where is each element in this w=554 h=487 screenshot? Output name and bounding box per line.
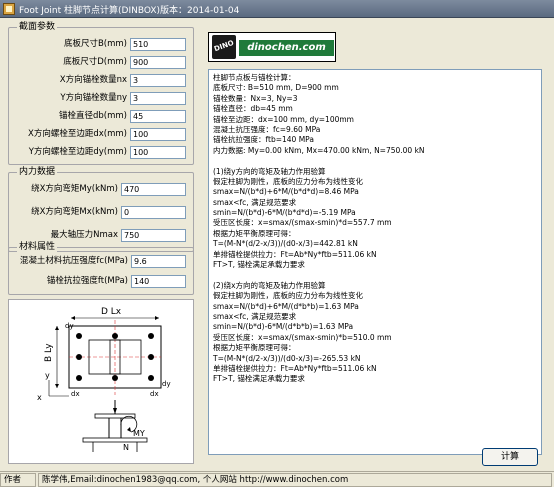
result-line xyxy=(213,156,537,166)
result-line: FT>T, 锚栓满足承载力要求 xyxy=(213,260,305,270)
main-frame: 截面参数 底板尺寸B(mm) 510 底板尺寸D(mm) 900 X方向锚栓数量… xyxy=(0,18,554,487)
bolt-edge-y-label: Y方向螺栓至边距dy(mm) xyxy=(28,147,127,157)
result-line: 混凝土抗压强度：fc=9.60 MPa xyxy=(213,124,321,134)
site-name-banner: dinochen.com xyxy=(239,40,334,56)
internal-force-group: 内力数据 绕X方向弯矩My(kNm) 470 绕X方向弯矩Mx(kNm) 0 最… xyxy=(8,166,194,252)
result-line: (1)绕y方向的弯矩及轴力作用验算 xyxy=(213,166,326,176)
dinochen-logo: DINO dinochen.com xyxy=(208,32,336,62)
result-line: 假定柱脚为刚性，底板的应力分布为线性变化 xyxy=(213,291,363,301)
result-line: smax=N/(b*d)+6*M/(d*b*b)=1.63 MPa xyxy=(213,301,359,311)
result-line: smax<fc, 满足规范要求 xyxy=(213,197,297,207)
window-title: Foot Joint 柱脚节点计算(DINBOX)版本：2014-01-04 xyxy=(19,6,240,16)
result-line: smin=N/(b*d)-6*M/(b*d*d)=-5.19 MPa xyxy=(213,208,356,218)
result-line: 根据力矩平衡原理可得： xyxy=(213,228,296,238)
axial-n-marker: N xyxy=(123,443,129,452)
result-line: 柱脚节点板与锚栓计算： xyxy=(213,73,296,82)
base-depth-label: 底板尺寸D(mm) xyxy=(63,57,127,67)
result-line: 内力数据: My=0.00 kNm, Mx=470.00 kNm, N=750.… xyxy=(213,145,425,155)
concrete-strength-label: 混凝土材料抗压强度fc(MPa) xyxy=(19,256,128,266)
dim-dlx-label: D Lx xyxy=(101,307,122,317)
bolt-count-y-input[interactable]: 3 xyxy=(130,92,186,105)
result-line: (2)绕x方向的弯矩及轴力作用验算 xyxy=(213,280,326,290)
result-line: 锚栓抗拉强度：ftb=140 MPa xyxy=(213,135,314,145)
bolt-edge-y-input[interactable]: 100 xyxy=(130,146,186,159)
moment-mx-label: 绕X方向弯矩Mx(kNm) xyxy=(31,207,118,217)
axial-force-input[interactable]: 750 xyxy=(121,229,186,242)
status-author-info: 陈学伟,Email:dinochen1983@qq.com, 个人网站 http… xyxy=(38,473,552,487)
bolt-tensile-input[interactable]: 140 xyxy=(131,275,186,288)
dim-bly-label: B Ly xyxy=(44,343,54,362)
result-line xyxy=(213,270,537,280)
result-line: T=(M-N*(d/2-x/3))/(d0-x/3)=442.81 kN xyxy=(213,239,358,249)
material-title: 材料属性 xyxy=(17,241,58,253)
title-bar: Foot Joint 柱脚节点计算(DINBOX)版本：2014-01-04 xyxy=(0,0,554,18)
axis-x-label: x xyxy=(37,393,42,402)
result-line: smax=N/(b*d)+6*M/(b*d*d)=8.46 MPa xyxy=(213,187,359,197)
bolt-edge-x-input[interactable]: 100 xyxy=(130,128,186,141)
internal-force-title: 内力数据 xyxy=(17,166,58,178)
base-depth-input[interactable]: 900 xyxy=(130,56,186,69)
bolt-count-x-label: X方向锚栓数量nx xyxy=(59,75,127,85)
result-line: 单排锚栓提供拉力：Ft=Ab*Ny*ftb=511.06 kN xyxy=(213,249,377,259)
bolt-tensile-label: 锚栓抗拉强度ft(MPa) xyxy=(46,276,128,286)
bolt-diameter-input[interactable]: 45 xyxy=(130,110,186,123)
bolt-marker xyxy=(148,333,154,339)
result-line: 根据力矩平衡原理可得： xyxy=(213,343,296,353)
baseplate-diagram-svg: D Lx B Ly dy dy dx dx x y MY N xyxy=(37,307,171,452)
result-line: FT>T, 锚栓满足承载力要求 xyxy=(213,374,305,384)
result-line: 受压区长度：x=smax/(smax-smin)*d=557.7 mm xyxy=(213,218,392,228)
baseplate-diagram: D Lx B Ly dy dy dx dx x y MY N xyxy=(8,299,194,464)
bolt-marker xyxy=(76,375,82,381)
section-params-group: 截面参数 底板尺寸B(mm) 510 底板尺寸D(mm) 900 X方向锚栓数量… xyxy=(8,21,194,165)
bolt-marker xyxy=(112,375,118,381)
dim-dy-bottom-label: dy xyxy=(162,380,171,388)
bolt-marker xyxy=(76,354,82,360)
bolt-edge-x-label: X方向螺栓至边距dx(mm) xyxy=(28,129,127,139)
moment-my-marker: MY xyxy=(133,429,145,438)
bolt-count-x-input[interactable]: 3 xyxy=(130,74,186,87)
status-author-label: 作者 xyxy=(0,473,36,487)
dim-dx-left-label: dx xyxy=(71,390,80,398)
bolt-marker xyxy=(148,354,154,360)
calculate-button[interactable]: 计算 xyxy=(482,448,538,466)
dim-dy-top-label: dy xyxy=(65,322,74,330)
bolt-diameter-label: 锚栓直径db(mm) xyxy=(59,111,127,121)
result-line: T=(M-N*(d/2-x/3))/(d0-x/3)=-265.53 kN xyxy=(213,353,361,363)
moment-my-input[interactable]: 470 xyxy=(121,183,186,196)
bolt-marker xyxy=(112,333,118,339)
concrete-strength-input[interactable]: 9.6 xyxy=(131,255,186,268)
moment-mx-input[interactable]: 0 xyxy=(121,206,186,219)
result-line: 锚栓至边距：dx=100 mm, dy=100mm xyxy=(213,114,354,124)
axis-y-label: y xyxy=(45,371,50,380)
status-bar: 作者 陈学伟,Email:dinochen1983@qq.com, 个人网站 h… xyxy=(0,471,554,487)
result-line: smax<fc, 满足规范要求 xyxy=(213,311,297,321)
base-width-label: 底板尺寸B(mm) xyxy=(63,39,127,49)
bolt-marker xyxy=(76,333,82,339)
result-line: 假定柱脚为刚性，底板的应力分布为线性变化 xyxy=(213,176,363,186)
result-line: 受压区长度：x=smax/(smax-smin)*b=510.0 mm xyxy=(213,332,392,342)
moment-my-label: 绕X方向弯矩My(kNm) xyxy=(31,184,118,194)
base-width-input[interactable]: 510 xyxy=(130,38,186,51)
bolt-count-y-label: Y方向锚栓数量ny xyxy=(60,93,127,103)
bolt-marker xyxy=(148,375,154,381)
section-params-title: 截面参数 xyxy=(17,21,58,33)
dino-badge: DINO xyxy=(212,35,236,59)
result-output[interactable]: 柱脚节点板与锚栓计算： 底板尺寸: B=510 mm, D=900 mm 锚栓数… xyxy=(208,69,542,455)
result-line: 底板尺寸: B=510 mm, D=900 mm xyxy=(213,83,339,93)
material-group: 材料属性 混凝土材料抗压强度fc(MPa) 9.6 锚栓抗拉强度ft(MPa) … xyxy=(8,241,194,295)
dim-dx-right-label: dx xyxy=(150,390,159,398)
result-line: 锚栓数量：Nx=3, Ny=3 xyxy=(213,93,298,103)
result-line: smin=N/(b*d)-6*M/(d*b*b)=1.63 MPa xyxy=(213,322,354,332)
axial-force-label: 最大轴压力Nmax xyxy=(50,230,118,240)
app-icon xyxy=(3,3,15,15)
result-line: 锚栓直径：db=45 mm xyxy=(213,104,293,114)
result-line: 单排锚栓提供拉力：Ft=Ab*Ny*ftb=511.06 kN xyxy=(213,363,377,373)
